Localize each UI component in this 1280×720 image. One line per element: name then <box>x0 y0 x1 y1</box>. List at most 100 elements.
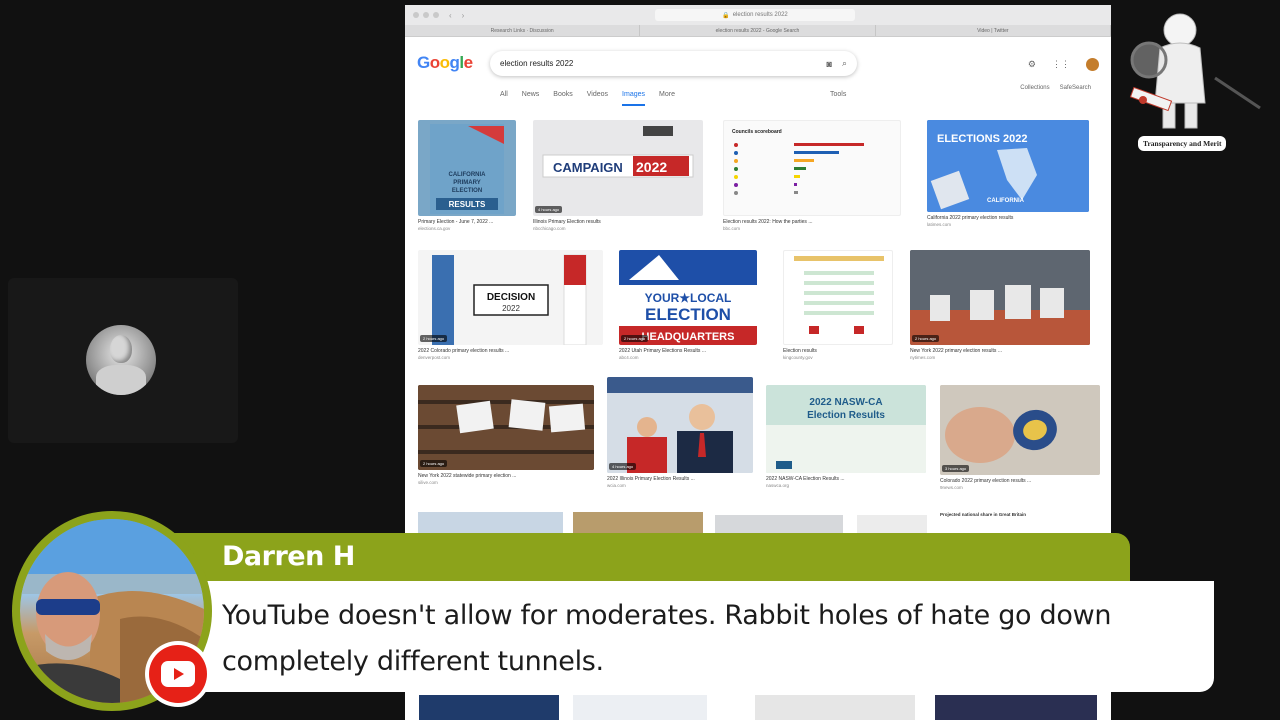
result-thumbnail[interactable]: 4 hours ago <box>607 377 753 473</box>
image-result[interactable]: CALIFORNIA PRIMARY ELECTION RESULTS Primary… <box>418 120 516 231</box>
result-source: 9news.com <box>940 485 963 490</box>
result-caption[interactable]: 2022 Colorado primary election results .… <box>418 348 603 354</box>
thumb-graphic: DECISION2022 <box>432 254 587 345</box>
youtube-icon <box>149 645 207 703</box>
thumb-graphic <box>607 377 753 473</box>
svg-text:RESULTS: RESULTS <box>449 200 486 209</box>
result-thumbnail[interactable]: CALIFORNIA PRIMARY ELECTION RESULTS <box>418 120 516 216</box>
image-result[interactable] <box>755 695 915 720</box>
presenter-avatar <box>86 325 156 395</box>
chat-author-bar: Darren H <box>160 533 1130 581</box>
result-thumbnail[interactable]: ELECTIONS 2022 CALIFORNIA <box>927 120 1089 212</box>
search-icon[interactable]: ⌕ <box>842 58 847 69</box>
time-badge: 2 hours ago <box>912 335 940 342</box>
svg-text:Councils scoreboard: Councils scoreboard <box>732 129 782 135</box>
svg-text:ELECTION: ELECTION <box>645 305 731 324</box>
browser-tab[interactable]: election results 2022 - Google Search <box>640 25 876 36</box>
svg-text:CALIFORNIA: CALIFORNIA <box>449 172 487 178</box>
result-caption[interactable]: 2022 NASW-CA Election Results ... <box>766 476 926 482</box>
time-badge: 2 hours ago <box>420 335 448 342</box>
thumb-graphic: ELECTIONS 2022 CALIFORNIA <box>927 120 1089 212</box>
browser-tab[interactable]: Video | Twitter <box>876 25 1111 36</box>
result-thumbnail[interactable]: DECISION 2022 2 hours ago <box>418 250 603 345</box>
account-avatar[interactable] <box>1086 58 1099 71</box>
time-badge: 4 hours ago <box>609 463 637 470</box>
result-thumbnail[interactable]: Councils scoreboard <box>723 120 901 216</box>
result-caption[interactable]: Election results <box>783 348 893 354</box>
result-source: nbcchicago.com <box>533 226 566 231</box>
back-icon[interactable]: ‹ <box>449 11 452 20</box>
collections-link[interactable]: Collections <box>1020 85 1049 91</box>
image-result[interactable]: DECISION 2022 2 hours ago 2022 Colorado p… <box>418 250 603 360</box>
account-controls: ⚙ ⋮⋮ <box>1028 58 1099 71</box>
result-thumbnail[interactable]: 2022 NASW-CA Election Results <box>766 385 926 473</box>
image-result[interactable] <box>573 695 707 720</box>
result-caption[interactable]: New York 2022 primary election results .… <box>910 348 1090 354</box>
google-logo[interactable]: Google <box>417 53 473 73</box>
result-source: elections.ca.gov <box>418 226 451 231</box>
thumb-graphic: CAMPAIGN 2022 <box>542 126 694 178</box>
result-caption[interactable]: Illinois Primary Election results <box>533 219 703 225</box>
result-source: latimes.com <box>927 222 952 227</box>
svg-text:2022: 2022 <box>502 304 520 313</box>
tab-news[interactable]: News <box>522 91 540 106</box>
result-thumbnail[interactable]: CAMPAIGN 2022 4 hours ago <box>533 120 703 216</box>
browser-tab[interactable]: Research Links · Discussion <box>405 25 641 36</box>
address-bar[interactable]: 🔒 election results 2022 <box>655 9 855 21</box>
time-badge: 3 hours ago <box>942 465 970 472</box>
result-caption[interactable]: California 2022 primary election results <box>927 215 1089 221</box>
image-result[interactable]: 2 hours ago New York 2022 primary electi… <box>910 250 1090 360</box>
result-caption[interactable]: Election results 2022: How the parties .… <box>723 219 901 225</box>
tab-images[interactable]: Images <box>622 91 646 106</box>
thumb-graphic <box>940 385 1100 475</box>
image-result[interactable]: CAMPAIGN 2022 4 hours ago Illinois Primar… <box>533 120 703 231</box>
result-caption[interactable]: New York 2022 statewide primary election… <box>418 473 594 479</box>
result-caption[interactable]: 2022 Utah Primary Elections Results ... <box>619 348 757 354</box>
image-result[interactable] <box>935 695 1097 720</box>
image-result[interactable] <box>419 695 559 720</box>
result-thumbnail[interactable]: 3 hours ago <box>940 385 1100 475</box>
image-result[interactable]: 2 hours ago New York 2022 statewide prim… <box>418 385 594 485</box>
settings-icon[interactable]: ⚙ <box>1028 59 1036 70</box>
image-result[interactable]: YOUR★LOCAL ELECTION HEADQUARTERS 2 hours a… <box>619 250 757 360</box>
time-badge: 4 hours ago <box>535 206 563 213</box>
result-caption[interactable]: Primary Election - June 7, 2022 ... <box>418 219 516 225</box>
camera-icon[interactable]: ◙ <box>827 59 832 69</box>
forward-icon[interactable]: › <box>462 11 465 20</box>
tab-more[interactable]: More <box>659 91 675 106</box>
result-source: bbc.com <box>723 226 741 231</box>
result-thumbnail[interactable] <box>783 250 893 345</box>
tab-books[interactable]: Books <box>553 91 572 106</box>
result-caption[interactable]: Colorado 2022 primary election results .… <box>940 478 1100 484</box>
image-result[interactable]: Election results kingcounty.gov <box>783 250 893 360</box>
window-minimize-icon[interactable] <box>423 12 429 18</box>
result-thumbnail[interactable]: 2 hours ago <box>418 385 594 470</box>
svg-text:2022: 2022 <box>636 159 667 175</box>
result-thumbnail[interactable]: 2 hours ago <box>910 250 1090 345</box>
chat-message-box: YouTube doesn't allow for moderates. Rab… <box>160 581 1214 692</box>
search-input[interactable]: election results 2022 <box>500 59 573 68</box>
image-result[interactable]: 3 hours ago Colorado 2022 primary electi… <box>940 385 1100 490</box>
thumb-graphic: YOUR★LOCALELECTION HEADQUARTERS <box>619 250 757 345</box>
tab-all[interactable]: All <box>500 91 508 106</box>
image-result[interactable]: 2022 NASW-CA Election Results 2022 NASW-C… <box>766 385 926 488</box>
result-caption[interactable]: 2022 Illinois Primary Election Results .… <box>607 476 753 482</box>
image-result[interactable]: 4 hours ago 2022 Illinois Primary Electi… <box>607 377 753 488</box>
search-box[interactable]: election results 2022 ◙ ⌕ <box>490 51 857 76</box>
safesearch-toggle[interactable]: SafeSearch <box>1060 85 1091 91</box>
svg-text:YOUR★LOCAL: YOUR★LOCAL <box>645 291 732 305</box>
tools-button[interactable]: Tools <box>830 91 846 98</box>
window-maximize-icon[interactable] <box>433 12 439 18</box>
brand-caption: Transparency and Merit <box>1138 136 1227 151</box>
result-thumbnail[interactable]: YOUR★LOCAL ELECTION HEADQUARTERS 2 hours a… <box>619 250 757 345</box>
image-result[interactable]: Councils scoreboard Election results 202… <box>723 120 901 231</box>
address-text: election results 2022 <box>732 12 788 18</box>
svg-text:CALIFORNIA: CALIFORNIA <box>987 198 1025 204</box>
result-source: wcia.com <box>607 483 626 488</box>
tab-videos[interactable]: Videos <box>587 91 608 106</box>
apps-grid-icon[interactable]: ⋮⋮ <box>1052 59 1070 70</box>
chat-message-text: YouTube doesn't allow for moderates. Rab… <box>222 600 1112 677</box>
window-close-icon[interactable] <box>413 12 419 18</box>
image-result[interactable]: ELECTIONS 2022 CALIFORNIA California 2022… <box>927 120 1089 227</box>
lock-icon: 🔒 <box>722 12 730 19</box>
